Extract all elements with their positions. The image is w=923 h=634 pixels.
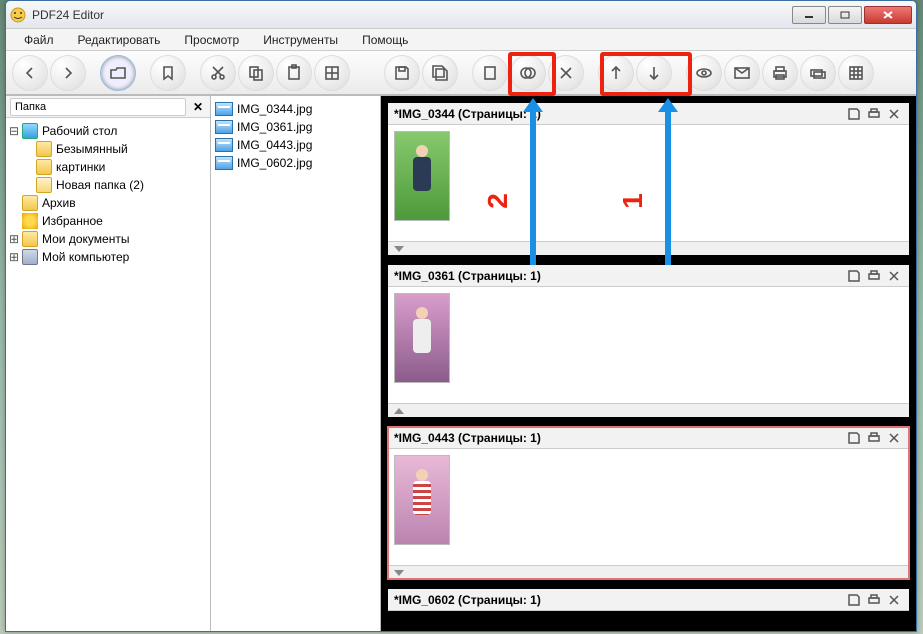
page-thumbnail[interactable] (394, 455, 450, 545)
doc-save-icon[interactable] (845, 268, 863, 284)
folder-tree-panel: Папка ✕ ⊟Рабочий стол Безымянный картинк… (6, 96, 211, 631)
scroll-up-hint[interactable] (388, 403, 909, 417)
open-folder-button[interactable] (100, 55, 136, 91)
close-button[interactable] (864, 6, 912, 24)
doc-print-icon[interactable] (865, 106, 883, 122)
paste-button[interactable] (276, 55, 312, 91)
tree-label: Новая папка (2) (56, 178, 144, 192)
page-thumbnail[interactable] (394, 131, 450, 221)
tree-folder[interactable]: картинки (8, 158, 208, 176)
document-title: *IMG_0443 (Страницы: 1) (394, 431, 843, 445)
properties-button[interactable] (838, 55, 874, 91)
save-button[interactable] (384, 55, 420, 91)
file-list-panel: IMG_0344.jpg IMG_0361.jpg IMG_0443.jpg I… (211, 96, 381, 631)
tree-label: Архив (42, 196, 76, 210)
copy-button[interactable] (238, 55, 274, 91)
documents-panel: *IMG_0344 (Страницы: 1) *IMG_0361 (Стран… (381, 96, 916, 631)
email-button[interactable] (724, 55, 760, 91)
new-page-button[interactable] (472, 55, 508, 91)
scroll-down-hint[interactable] (388, 241, 909, 255)
doc-print-icon[interactable] (865, 592, 883, 608)
print-button[interactable] (762, 55, 798, 91)
tree-close-icon[interactable]: ✕ (190, 100, 206, 114)
doc-print-icon[interactable] (865, 268, 883, 284)
grid-button[interactable] (314, 55, 350, 91)
doc-save-icon[interactable] (845, 592, 863, 608)
move-up-button[interactable] (598, 55, 634, 91)
forward-button[interactable] (50, 55, 86, 91)
image-file-icon (215, 120, 233, 134)
document-title: *IMG_0361 (Страницы: 1) (394, 269, 843, 283)
page-thumbnail[interactable] (394, 293, 450, 383)
menubar: Файл Редактировать Просмотр Инструменты … (6, 29, 916, 51)
file-name: IMG_0443.jpg (237, 138, 312, 152)
document-card[interactable]: *IMG_0361 (Страницы: 1) (387, 264, 910, 418)
save-all-button[interactable] (422, 55, 458, 91)
doc-close-icon[interactable] (885, 106, 903, 122)
doc-close-icon[interactable] (885, 430, 903, 446)
merge-button[interactable] (510, 55, 546, 91)
maximize-button[interactable] (828, 6, 862, 24)
cut-button[interactable] (200, 55, 236, 91)
doc-save-icon[interactable] (845, 106, 863, 122)
file-name: IMG_0602.jpg (237, 156, 312, 170)
file-name: IMG_0344.jpg (237, 102, 312, 116)
menu-help[interactable]: Помощь (350, 30, 420, 50)
bookmark-button[interactable] (150, 55, 186, 91)
menu-edit[interactable]: Редактировать (66, 30, 173, 50)
file-name: IMG_0361.jpg (237, 120, 312, 134)
titlebar[interactable]: PDF24 Editor (6, 1, 916, 29)
image-file-icon (215, 138, 233, 152)
back-button[interactable] (12, 55, 48, 91)
document-title: *IMG_0602 (Страницы: 1) (394, 593, 843, 607)
doc-save-icon[interactable] (845, 430, 863, 446)
tree-mydocs[interactable]: ⊞Мои документы (8, 230, 208, 248)
doc-close-icon[interactable] (885, 592, 903, 608)
document-card[interactable]: *IMG_0443 (Страницы: 1) (387, 426, 910, 580)
toolbar (6, 51, 916, 95)
tree-label: Избранное (42, 214, 103, 228)
tree-label: Безымянный (56, 142, 128, 156)
file-item[interactable]: IMG_0344.jpg (215, 100, 376, 118)
image-file-icon (215, 102, 233, 116)
window-title: PDF24 Editor (32, 8, 790, 22)
tree-label: Рабочий стол (42, 124, 117, 138)
menu-file[interactable]: Файл (12, 30, 66, 50)
tree-folder[interactable]: Новая папка (2) (8, 176, 208, 194)
tree-favorites[interactable]: Избранное (8, 212, 208, 230)
minimize-button[interactable] (792, 6, 826, 24)
image-file-icon (215, 156, 233, 170)
tree-desktop[interactable]: ⊟Рабочий стол (8, 122, 208, 140)
tree-archive[interactable]: Архив (8, 194, 208, 212)
tree-header-label: Папка (10, 98, 186, 116)
app-window: PDF24 Editor Файл Редактировать Просмотр… (5, 0, 917, 632)
move-down-button[interactable] (636, 55, 672, 91)
document-card[interactable]: *IMG_0344 (Страницы: 1) (387, 102, 910, 256)
tree-folder[interactable]: Безымянный (8, 140, 208, 158)
app-icon (10, 7, 26, 23)
preview-button[interactable] (686, 55, 722, 91)
delete-button[interactable] (548, 55, 584, 91)
tree-label: Мои документы (42, 232, 129, 246)
tree-mypc[interactable]: ⊞Мой компьютер (8, 248, 208, 266)
document-title: *IMG_0344 (Страницы: 1) (394, 107, 843, 121)
menu-view[interactable]: Просмотр (172, 30, 251, 50)
menu-tools[interactable]: Инструменты (251, 30, 350, 50)
tree-label: картинки (56, 160, 105, 174)
file-item[interactable]: IMG_0443.jpg (215, 136, 376, 154)
doc-close-icon[interactable] (885, 268, 903, 284)
doc-print-icon[interactable] (865, 430, 883, 446)
file-item[interactable]: IMG_0361.jpg (215, 118, 376, 136)
scroll-down-hint[interactable] (388, 565, 909, 579)
document-card[interactable]: *IMG_0602 (Страницы: 1) (387, 588, 910, 612)
file-item[interactable]: IMG_0602.jpg (215, 154, 376, 172)
tree-label: Мой компьютер (42, 250, 129, 264)
print-all-button[interactable] (800, 55, 836, 91)
